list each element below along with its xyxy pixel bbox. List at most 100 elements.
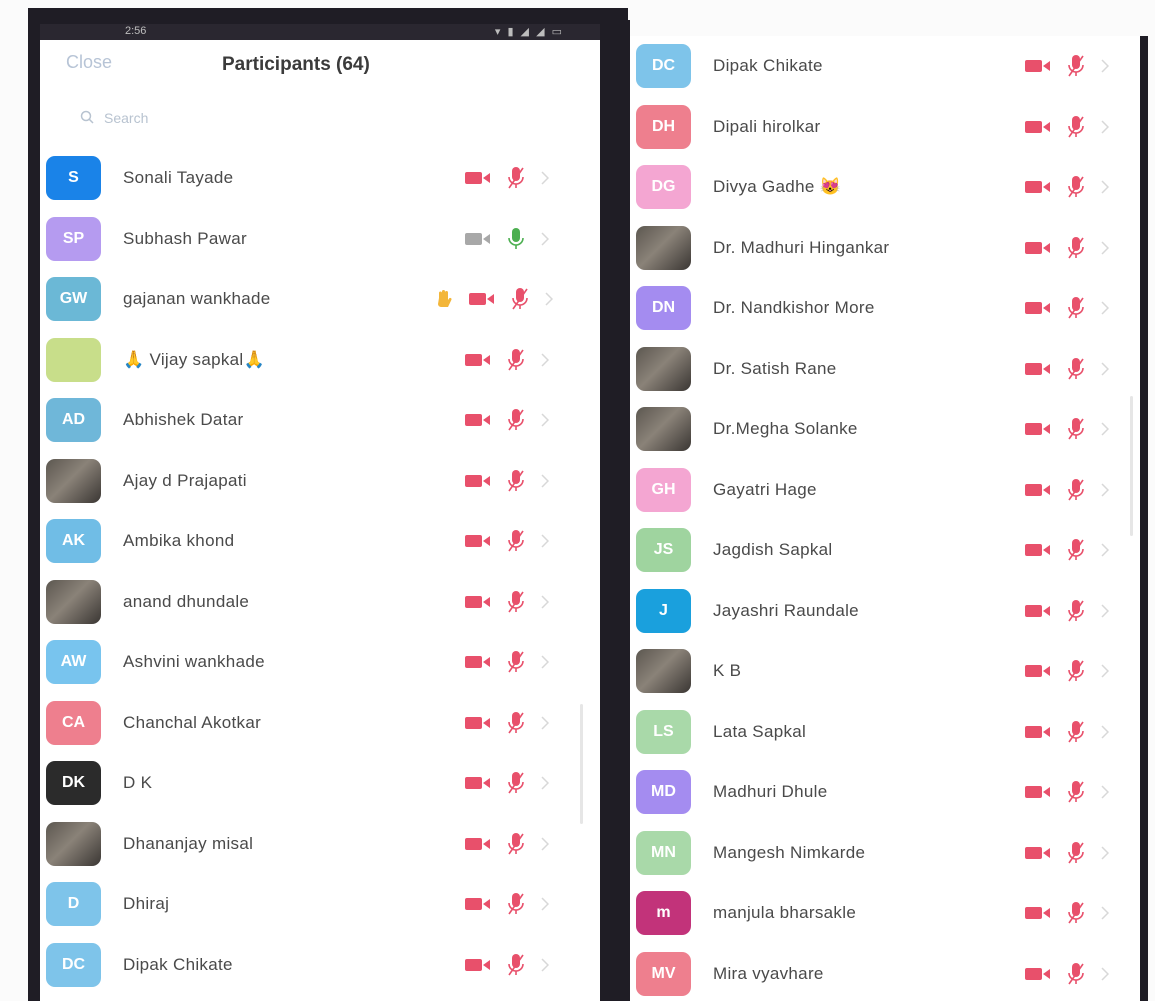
mic-muted-icon[interactable] [507, 348, 525, 372]
mic-muted-icon[interactable] [1067, 54, 1085, 78]
participant-row[interactable]: Dr.Megha Solanke [630, 399, 1140, 460]
video-muted-icon[interactable] [465, 534, 491, 548]
participant-row[interactable]: MV Mira vyavhare [630, 944, 1140, 1001]
participant-row[interactable]: SP Subhash Pawar [40, 209, 600, 270]
participant-row[interactable]: GW gajanan wankhade [40, 269, 600, 330]
participant-row[interactable]: m manjula bharsakle [630, 883, 1140, 944]
participant-row[interactable]: GH Gayatri Hage [630, 460, 1140, 521]
participant-row[interactable]: S Sonali Tayade [40, 148, 600, 209]
mic-muted-icon[interactable] [507, 408, 525, 432]
mic-muted-icon[interactable] [1067, 357, 1085, 381]
search-bar[interactable] [80, 104, 560, 132]
participant-row[interactable]: J Jayashri Raundale [630, 581, 1140, 642]
participant-row[interactable]: DG Divya Gadhe 😻 [630, 157, 1140, 218]
video-muted-icon[interactable] [1025, 543, 1051, 557]
mic-muted-icon[interactable] [507, 469, 525, 493]
video-muted-icon[interactable] [465, 958, 491, 972]
video-muted-icon[interactable] [1025, 483, 1051, 497]
video-muted-icon[interactable] [465, 413, 491, 427]
mic-muted-icon[interactable] [1067, 115, 1085, 139]
participant-row[interactable]: LS Lata Sapkal [630, 702, 1140, 763]
avatar-initials: D [67, 895, 80, 913]
scrollbar[interactable] [580, 704, 583, 824]
mic-muted-icon[interactable] [507, 711, 525, 735]
video-muted-icon[interactable] [1025, 604, 1051, 618]
participant-row[interactable]: anand dhundale [40, 572, 600, 633]
participant-row[interactable]: DC Dipak Chikate [40, 935, 600, 996]
participant-row[interactable]: DH Dipali hirolkar [630, 97, 1140, 158]
participant-name: Dipak Chikate [713, 56, 823, 76]
video-muted-icon[interactable] [1025, 59, 1051, 73]
video-muted-icon[interactable] [465, 474, 491, 488]
mic-muted-icon[interactable] [1067, 296, 1085, 320]
mic-muted-icon[interactable] [507, 771, 525, 795]
mic-muted-icon[interactable] [1067, 599, 1085, 623]
video-muted-icon[interactable] [1025, 664, 1051, 678]
video-muted-icon[interactable] [465, 171, 491, 185]
participant-row[interactable]: Dr. Satish Rane [630, 339, 1140, 400]
video-muted-icon[interactable] [1025, 785, 1051, 799]
video-muted-icon[interactable] [465, 776, 491, 790]
mic-muted-icon[interactable] [1067, 962, 1085, 986]
participant-row[interactable]: 🙏 Vijay sapkal🙏 [40, 330, 600, 391]
video-muted-icon[interactable] [465, 897, 491, 911]
video-muted-icon[interactable] [465, 837, 491, 851]
mic-muted-icon[interactable] [1067, 720, 1085, 744]
participant-row[interactable]: MN Mangesh Nimkarde [630, 823, 1140, 884]
mic-muted-icon[interactable] [1067, 841, 1085, 865]
participant-row[interactable]: D Dhiraj [40, 874, 600, 935]
mic-muted-icon[interactable] [1067, 659, 1085, 683]
video-muted-icon[interactable] [465, 655, 491, 669]
mic-muted-icon[interactable] [511, 287, 529, 311]
video-muted-icon[interactable] [1025, 180, 1051, 194]
mic-muted-icon[interactable] [507, 590, 525, 614]
scrollbar[interactable] [1130, 396, 1133, 536]
participant-row[interactable]: K B [630, 641, 1140, 702]
video-muted-icon[interactable] [469, 292, 495, 306]
video-muted-icon[interactable] [1025, 120, 1051, 134]
mic-muted-icon[interactable] [507, 166, 525, 190]
video-muted-icon[interactable] [1025, 967, 1051, 981]
participant-row[interactable]: AW Ashvini wankhade [40, 632, 600, 693]
video-muted-icon[interactable] [1025, 906, 1051, 920]
mic-muted-icon[interactable] [507, 529, 525, 553]
participant-row[interactable]: DK D K [40, 753, 600, 814]
video-muted-icon[interactable] [465, 353, 491, 367]
participant-row[interactable]: CA Chanchal Akotkar [40, 693, 600, 754]
participant-row[interactable]: AD Abhishek Datar [40, 390, 600, 451]
video-off-icon[interactable] [465, 232, 491, 246]
video-muted-icon[interactable] [1025, 301, 1051, 315]
mic-muted-icon[interactable] [1067, 236, 1085, 260]
mic-muted-icon[interactable] [1067, 175, 1085, 199]
participant-row[interactable]: Ajay d Prajapati [40, 451, 600, 512]
mic-muted-icon[interactable] [1067, 538, 1085, 562]
video-muted-icon[interactable] [1025, 725, 1051, 739]
mic-muted-icon[interactable] [1067, 417, 1085, 441]
chevron-right-icon [541, 474, 549, 488]
video-muted-icon[interactable] [1025, 241, 1051, 255]
close-button[interactable]: Close [66, 52, 112, 73]
mic-muted-icon[interactable] [507, 953, 525, 977]
video-muted-icon[interactable] [465, 716, 491, 730]
participant-row[interactable]: AK Ambika khond [40, 511, 600, 572]
video-muted-icon[interactable] [465, 595, 491, 609]
participant-row[interactable]: Dhananjay misal [40, 814, 600, 875]
search-input[interactable] [102, 109, 406, 127]
participant-controls [465, 814, 549, 875]
mic-muted-icon[interactable] [1067, 780, 1085, 804]
participant-row[interactable]: DC Dipak Chikate [630, 36, 1140, 97]
participant-row[interactable]: JS Jagdish Sapkal [630, 520, 1140, 581]
video-muted-icon[interactable] [1025, 362, 1051, 376]
mic-on-icon[interactable] [507, 227, 525, 251]
chevron-right-icon [1101, 725, 1109, 739]
participant-row[interactable]: MD Madhuri Dhule [630, 762, 1140, 823]
participant-row[interactable]: DN Dr. Nandkishor More [630, 278, 1140, 339]
video-muted-icon[interactable] [1025, 846, 1051, 860]
participant-row[interactable]: Dr. Madhuri Hingankar [630, 218, 1140, 279]
mic-muted-icon[interactable] [507, 892, 525, 916]
video-muted-icon[interactable] [1025, 422, 1051, 436]
mic-muted-icon[interactable] [507, 650, 525, 674]
mic-muted-icon[interactable] [1067, 901, 1085, 925]
mic-muted-icon[interactable] [1067, 478, 1085, 502]
mic-muted-icon[interactable] [507, 832, 525, 856]
